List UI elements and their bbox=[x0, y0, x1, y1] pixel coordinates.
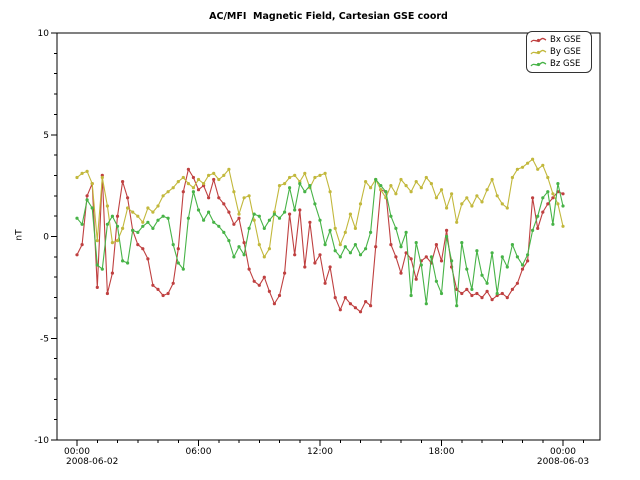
svg-text:2008-06-03: 2008-06-03 bbox=[537, 457, 589, 467]
svg-text:06:00: 06:00 bbox=[186, 447, 212, 457]
svg-text:0: 0 bbox=[43, 233, 49, 243]
svg-text:12:00: 12:00 bbox=[307, 447, 333, 457]
by-line-sample-icon bbox=[530, 48, 547, 57]
series-by-gse bbox=[75, 158, 564, 259]
legend-item-bz: Bz GSE bbox=[530, 59, 588, 70]
svg-text:10: 10 bbox=[38, 29, 50, 39]
legend-label-bz: Bz GSE bbox=[550, 60, 580, 69]
figure: 1050-5-1000:002008-06-0206:0012:0018:000… bbox=[0, 0, 640, 480]
svg-text:5: 5 bbox=[43, 131, 49, 141]
svg-text:-10: -10 bbox=[34, 436, 49, 446]
series-bx-gse bbox=[75, 168, 564, 314]
legend-item-by: By GSE bbox=[530, 47, 588, 58]
bx-line-sample-icon bbox=[530, 36, 547, 45]
legend-label-by: By GSE bbox=[550, 48, 581, 57]
legend-box: Bx GSE By GSE Bz GSE bbox=[526, 31, 592, 73]
chart-title: AC/MFI Magnetic Field, Cartesian GSE coo… bbox=[57, 11, 600, 22]
svg-text:2008-06-02: 2008-06-02 bbox=[66, 457, 118, 467]
svg-text:-5: -5 bbox=[40, 334, 49, 344]
tick-labels: 1050-5-1000:002008-06-0206:0012:0018:000… bbox=[34, 29, 589, 467]
axes bbox=[51, 33, 600, 446]
svg-text:00:00: 00:00 bbox=[64, 447, 90, 457]
y-axis-label: nT bbox=[15, 229, 25, 240]
svg-text:18:00: 18:00 bbox=[429, 447, 455, 457]
data-series bbox=[75, 158, 564, 314]
svg-text:00:00: 00:00 bbox=[550, 447, 576, 457]
series-bz-gse bbox=[75, 178, 564, 307]
bz-line-sample-icon bbox=[530, 60, 547, 69]
legend-label-bx: Bx GSE bbox=[550, 36, 581, 45]
legend-item-bx: Bx GSE bbox=[530, 35, 588, 46]
